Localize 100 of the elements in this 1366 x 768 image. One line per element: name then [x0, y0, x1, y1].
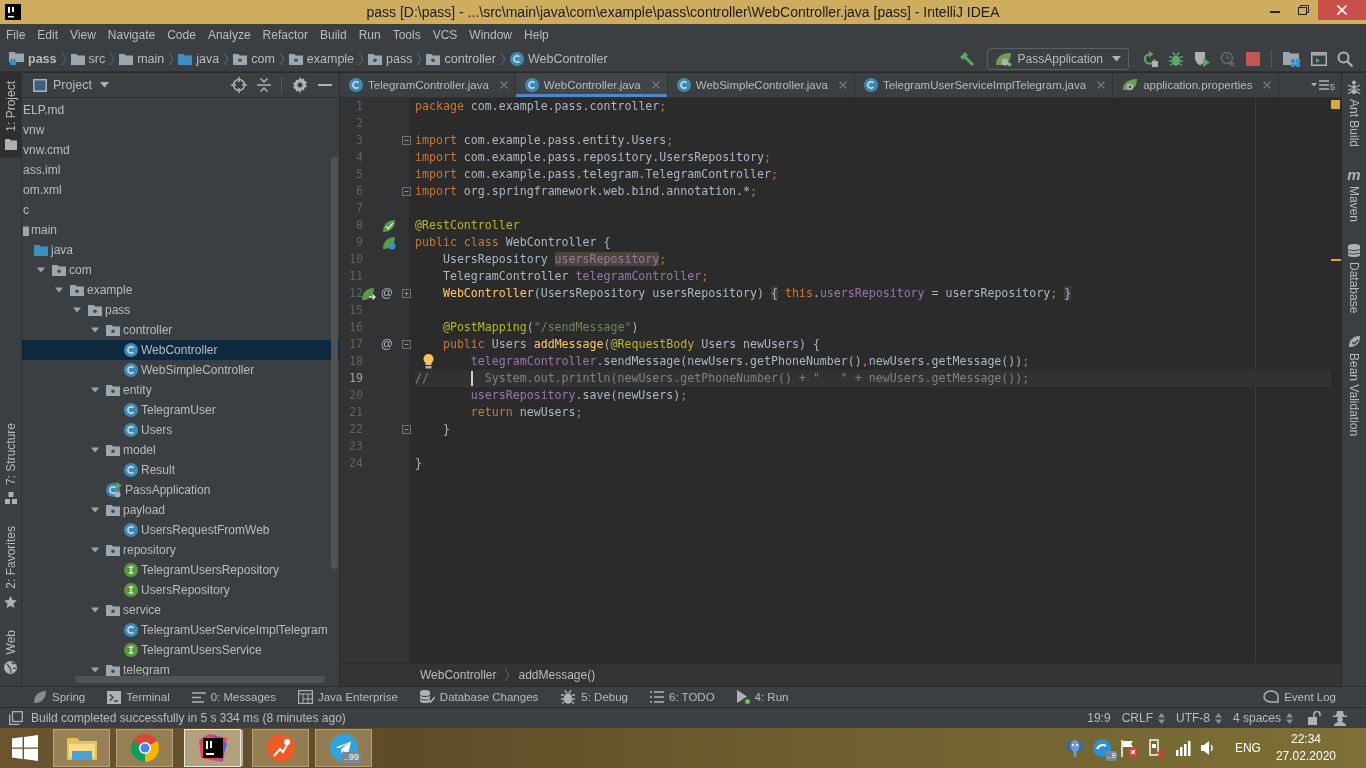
breadcrumb-item[interactable]: WebController	[420, 668, 497, 682]
tree-item[interactable]: service	[22, 600, 339, 620]
taskbar-button[interactable]	[184, 729, 241, 767]
tree-item[interactable]: UsersRepository	[22, 580, 339, 600]
breadcrumb-item[interactable]: pass	[9, 51, 57, 66]
at-sign-icon[interactable]: @	[377, 336, 396, 353]
close-icon[interactable]	[838, 81, 847, 89]
tree-item[interactable]: entity	[22, 380, 339, 400]
elephant-icon[interactable]	[1065, 739, 1084, 757]
crosshair-icon[interactable]	[231, 77, 247, 93]
menu-item[interactable]: VCS	[426, 24, 464, 46]
triangle-down-icon[interactable]	[72, 305, 82, 315]
breadcrumb-item[interactable]: pass	[368, 51, 413, 66]
tree-item[interactable]: java	[22, 240, 339, 260]
run-config-dropdown[interactable]: PassApplication	[986, 47, 1129, 70]
menu-item[interactable]: Run	[352, 24, 387, 46]
tree-item[interactable]: TelegramUsersRepository	[22, 560, 339, 580]
triangle-down-icon[interactable]	[36, 265, 46, 275]
horizontal-scrollbar[interactable]	[75, 676, 325, 683]
tree-item[interactable]: repository	[22, 540, 339, 560]
vertical-scrollbar[interactable]	[331, 157, 338, 569]
tool-window-button[interactable]: Event Log	[1263, 690, 1336, 704]
tool-window-button[interactable]: 0: Messages	[191, 691, 276, 703]
editor-tab[interactable]: application.properties	[1113, 73, 1280, 97]
editor-tab[interactable]: TelegramController.java	[340, 73, 516, 97]
tree-item[interactable]: vnw.cmd	[22, 140, 339, 160]
triangle-down-icon[interactable]	[90, 385, 100, 395]
fold-icon[interactable]	[401, 425, 411, 434]
lightbulb-icon[interactable]	[423, 354, 434, 369]
triangle-down-icon[interactable]	[54, 285, 64, 295]
tool-window-tab[interactable]: 2: Favorites	[0, 519, 21, 614]
tool-window-tab[interactable]: Bean Validation	[1347, 335, 1361, 437]
editor-tab[interactable]: TelegramUserServiceImplTelegram.java	[854, 73, 1114, 97]
breadcrumb-item[interactable]: java	[178, 51, 220, 66]
status-selector[interactable]: UTF-8	[1175, 711, 1222, 725]
fold-icon[interactable]	[401, 136, 411, 145]
close-icon[interactable]	[1263, 81, 1272, 89]
fold-icon[interactable]	[401, 340, 411, 349]
tool-window-tab[interactable]: m Maven	[1347, 169, 1361, 223]
hammer-icon[interactable]	[958, 50, 975, 67]
caret-position[interactable]: 19:9	[1087, 711, 1111, 725]
tool-window-tab[interactable]: Database	[1347, 244, 1361, 314]
tool-window-button[interactable]: 4: Run	[736, 690, 789, 704]
tree-item[interactable]: c	[22, 200, 339, 220]
tool-window-tab[interactable]: Web	[0, 623, 21, 680]
tool-window-button[interactable]: Spring	[33, 690, 86, 704]
tree-item[interactable]: TelegramUserServiceImplTelegram	[22, 620, 339, 640]
tree-item[interactable]: main	[22, 220, 339, 240]
tree-item[interactable]: model	[22, 440, 339, 460]
unlocked-padlock-icon[interactable]	[1308, 711, 1321, 725]
menu-item[interactable]: Edit	[31, 24, 65, 46]
tool-window-button[interactable]: Database Changes	[419, 690, 539, 704]
leaf-check-icon[interactable]	[382, 218, 396, 233]
menu-item[interactable]: Refactor	[256, 24, 314, 46]
tree-item[interactable]: payload	[22, 500, 339, 520]
flag-error-icon[interactable]	[1119, 739, 1138, 757]
triangle-down-icon[interactable]	[90, 325, 100, 335]
tool-window-tab[interactable]: 7: Structure	[0, 416, 21, 510]
tool-window-button[interactable]: Terminal	[107, 690, 170, 704]
tree-item[interactable]: pass	[22, 300, 339, 320]
editor-tab[interactable]: WebController.java	[515, 73, 668, 97]
tab-list-icon[interactable]	[1311, 79, 1329, 91]
gear-icon[interactable]	[292, 77, 308, 93]
leaf-arrow-icon[interactable]	[360, 286, 376, 301]
breadcrumb-item[interactable]: example	[288, 51, 355, 66]
restore-icon[interactable]	[1298, 5, 1309, 15]
tree-item[interactable]: controller	[22, 320, 339, 340]
close-icon[interactable]	[1097, 81, 1106, 89]
menu-item[interactable]: Navigate	[101, 24, 162, 46]
menu-item[interactable]: Window	[463, 24, 519, 46]
tree-item[interactable]: om.xml	[22, 180, 339, 200]
tree-item[interactable]: com	[22, 260, 339, 280]
status-selector[interactable]: 4 spaces	[1232, 711, 1293, 725]
folder-grid-icon[interactable]	[1283, 50, 1301, 67]
tree-item[interactable]: PassApplication	[22, 480, 339, 500]
tree-item[interactable]: telegram	[22, 660, 339, 680]
tree-item[interactable]: example	[22, 280, 339, 300]
speaker-icon[interactable]	[1199, 740, 1216, 756]
menu-item[interactable]: File	[0, 24, 32, 46]
tree-item[interactable]: ELP.md	[22, 100, 339, 120]
language-indicator[interactable]: ENG	[1234, 741, 1261, 755]
menu-item[interactable]: View	[64, 24, 102, 46]
hat-man-icon[interactable]	[1332, 710, 1348, 726]
windows-stack-icon[interactable]	[9, 711, 23, 725]
breadcrumb-item[interactable]: WebController	[509, 51, 608, 66]
tree-item[interactable]: WebSimpleController	[22, 360, 339, 380]
stop-icon[interactable]	[1246, 51, 1260, 66]
caret-icon[interactable]	[99, 82, 109, 88]
triangle-down-icon[interactable]	[90, 505, 100, 515]
breadcrumb-item[interactable]: controller	[426, 51, 496, 66]
breadcrumb-item[interactable]: addMessage()	[518, 668, 596, 682]
console-window-icon[interactable]	[1311, 50, 1327, 67]
breadcrumb-item[interactable]: com	[233, 51, 275, 66]
breadcrumb-item[interactable]: main	[119, 51, 165, 66]
triangle-down-icon[interactable]	[90, 445, 100, 455]
rerun-icon[interactable]	[1142, 50, 1158, 67]
tree-item[interactable]: vnw	[22, 120, 339, 140]
tree-item[interactable]: Users	[22, 420, 339, 440]
tool-window-button[interactable]: 6: TODO	[650, 691, 715, 703]
fold-icon[interactable]	[401, 187, 411, 196]
